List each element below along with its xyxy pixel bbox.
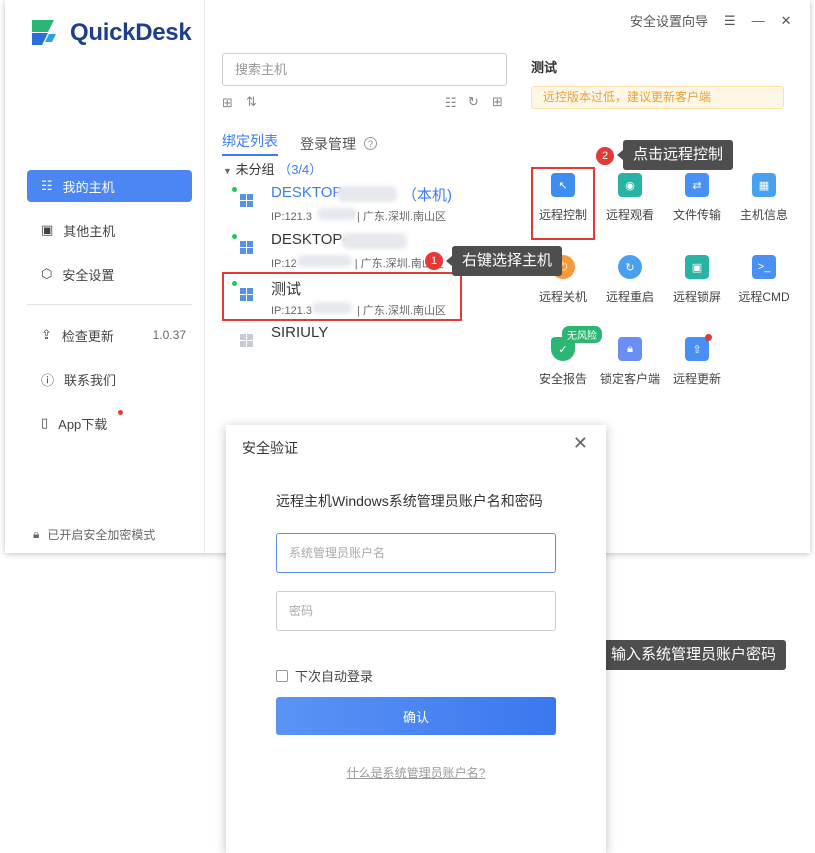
encryption-status-text: 已开启安全加密模式: [47, 528, 156, 542]
windows-icon: [240, 334, 253, 347]
update-icon: ⇪: [41, 327, 52, 342]
sidebar-item-other-hosts[interactable]: ▣ 其他主机: [27, 214, 192, 246]
sidebar-item-my-hosts[interactable]: ☷ 我的主机: [27, 170, 192, 202]
sidebar-item-label: 其他主机: [63, 223, 116, 239]
sidebar: QuickDesk ☷ 我的主机 ▣ 其他主机 ⬡ 安全设置 ⇪ 检查更新 1.…: [5, 0, 205, 553]
add-host-icon[interactable]: ⊞: [492, 94, 503, 110]
help-icon: ⓘ: [41, 372, 55, 388]
auto-login-checkbox[interactable]: 下次自动登录: [276, 666, 373, 685]
callout-step-3: 输入系统管理员账户密码: [594, 640, 787, 670]
refresh-icon[interactable]: ↻: [468, 94, 479, 110]
sidebar-item-security[interactable]: ⬡ 安全设置: [27, 258, 192, 290]
sidebar-item-label: 检查更新: [61, 328, 114, 344]
tab-bound-list[interactable]: 绑定列表: [222, 131, 278, 156]
step-badge-2: 2: [596, 147, 614, 165]
tab-label: 登录管理: [300, 135, 356, 152]
sidebar-item-label: 我的主机: [62, 179, 115, 195]
credentials-prompt: 远程主机Windows系统管理员账户名和密码: [276, 493, 543, 509]
sort-icon[interactable]: ⇅: [246, 94, 257, 110]
grid-view-icon[interactable]: ⊞: [222, 95, 233, 111]
logo-text: QuickDesk: [70, 19, 192, 46]
update-dot: [705, 334, 712, 341]
admin-password-input[interactable]: [276, 591, 556, 631]
windows-icon: [240, 194, 253, 207]
selected-host-title: 测试: [531, 60, 558, 75]
host-info-button[interactable]: ▦ 主机信息: [729, 173, 799, 223]
remote-update-icon: ⇧: [685, 334, 712, 361]
lock-client-button[interactable]: 🔒︎ 锁定客户端: [595, 337, 665, 387]
group-count: （3/4）: [278, 162, 323, 177]
lock-screen-icon: ▣: [685, 255, 709, 279]
host-ip: IP:121.3 | 广东.深圳.南山区: [271, 211, 447, 223]
host-tabs: 绑定列表 登录管理 ?: [222, 131, 377, 156]
search-input[interactable]: [222, 53, 507, 86]
annotation-box-host: [222, 272, 462, 321]
phone-icon: ▯: [41, 415, 49, 430]
windows-icon: [240, 241, 253, 254]
security-settings-icon: ⬡: [41, 266, 53, 281]
minimize-icon[interactable]: —: [752, 13, 765, 28]
list-view-icon[interactable]: ☷: [445, 95, 457, 111]
sidebar-item-label: 安全设置: [62, 267, 115, 283]
annotation-box-remote-control: [531, 167, 595, 240]
file-transfer-button[interactable]: ⇄ 文件传输: [662, 173, 732, 223]
remote-lock-button[interactable]: ▣ 远程锁屏: [662, 255, 732, 305]
version-label: 1.0.37: [152, 328, 186, 342]
admin-account-help-link[interactable]: 什么是系统管理员账户名?: [226, 764, 606, 781]
callout-step-1: 右键选择主机: [445, 246, 563, 276]
remote-view-button[interactable]: ◉ 远程观看: [595, 173, 665, 223]
sidebar-item-label: App下载: [58, 416, 108, 432]
online-indicator: [232, 234, 237, 239]
confirm-button[interactable]: 确认: [276, 697, 556, 735]
callout-step-2: 点击远程控制: [616, 140, 734, 170]
encryption-status: 🔒︎ 已开启安全加密模式: [33, 526, 155, 543]
tab-login-management[interactable]: 登录管理 ?: [300, 131, 377, 156]
notification-dot: [118, 410, 123, 415]
step-badge-1: 1: [425, 252, 443, 270]
lock-client-icon: 🔒︎: [618, 337, 642, 361]
remote-cmd-button[interactable]: >_ 远程CMD: [729, 255, 799, 305]
security-verification-dialog: 安全验证 ✕ 远程主机Windows系统管理员账户名和密码 下次自动登录 确认 …: [226, 425, 606, 853]
title-bar: 安全设置向导 ☰ — ✕: [630, 11, 792, 30]
host-name: DESKTOP-: [271, 231, 348, 248]
admin-username-input[interactable]: [276, 533, 556, 573]
cmd-icon: >_: [752, 255, 776, 279]
host-name: SIRIULY: [271, 324, 329, 341]
security-report-button[interactable]: ✓ 安全报告: [528, 337, 598, 387]
quickdesk-logo-icon: [32, 20, 56, 45]
close-icon[interactable]: ✕: [781, 13, 792, 29]
restart-icon: ↻: [618, 255, 642, 279]
host-row[interactable]: DESKTOP （本机) IP:121.3 | 广东.深圳.南山区: [232, 182, 482, 228]
group-header[interactable]: ▼ 未分组 （3/4）: [223, 159, 322, 178]
security-guide-link[interactable]: 安全设置向导: [630, 11, 708, 30]
online-indicator: [232, 187, 237, 192]
other-hosts-icon: ▣: [41, 222, 54, 237]
question-icon[interactable]: ?: [364, 137, 377, 150]
file-transfer-icon: ⇄: [685, 173, 709, 197]
remote-restart-button[interactable]: ↻ 远程重启: [595, 255, 665, 305]
version-warning: 远控版本过低，建议更新客户端: [531, 86, 784, 109]
dialog-title: 安全验证: [242, 440, 298, 456]
caret-down-icon: ▼: [223, 166, 232, 176]
close-icon[interactable]: ✕: [573, 433, 588, 454]
host-row[interactable]: DESKTOP- IP:12 | 广东.深圳.南山区: [232, 229, 482, 275]
remote-update-button[interactable]: ⇧ 远程更新: [662, 334, 732, 387]
checkbox-box[interactable]: [276, 669, 288, 682]
host-local-tag: （本机): [402, 187, 452, 204]
lock-icon: 🔒︎: [33, 527, 40, 541]
menu-icon[interactable]: ☰: [724, 13, 736, 29]
host-list-icon: ☷: [41, 178, 53, 193]
sidebar-item-contact[interactable]: ⓘ 联系我们: [27, 363, 192, 395]
eye-icon: ◉: [618, 173, 642, 197]
host-name: DESKTOP: [271, 184, 343, 201]
sidebar-divider: [27, 304, 192, 305]
sidebar-item-check-update[interactable]: ⇪ 检查更新 1.0.37: [27, 319, 192, 351]
host-row[interactable]: SIRIULY: [232, 322, 482, 368]
auto-login-label: 下次自动登录: [295, 669, 374, 684]
app-logo: QuickDesk: [24, 14, 192, 52]
sidebar-item-label: 联系我们: [64, 372, 117, 388]
group-name: 未分组: [235, 162, 275, 177]
sidebar-item-app-download[interactable]: ▯ App下载: [27, 407, 192, 439]
host-info-icon: ▦: [752, 173, 776, 197]
